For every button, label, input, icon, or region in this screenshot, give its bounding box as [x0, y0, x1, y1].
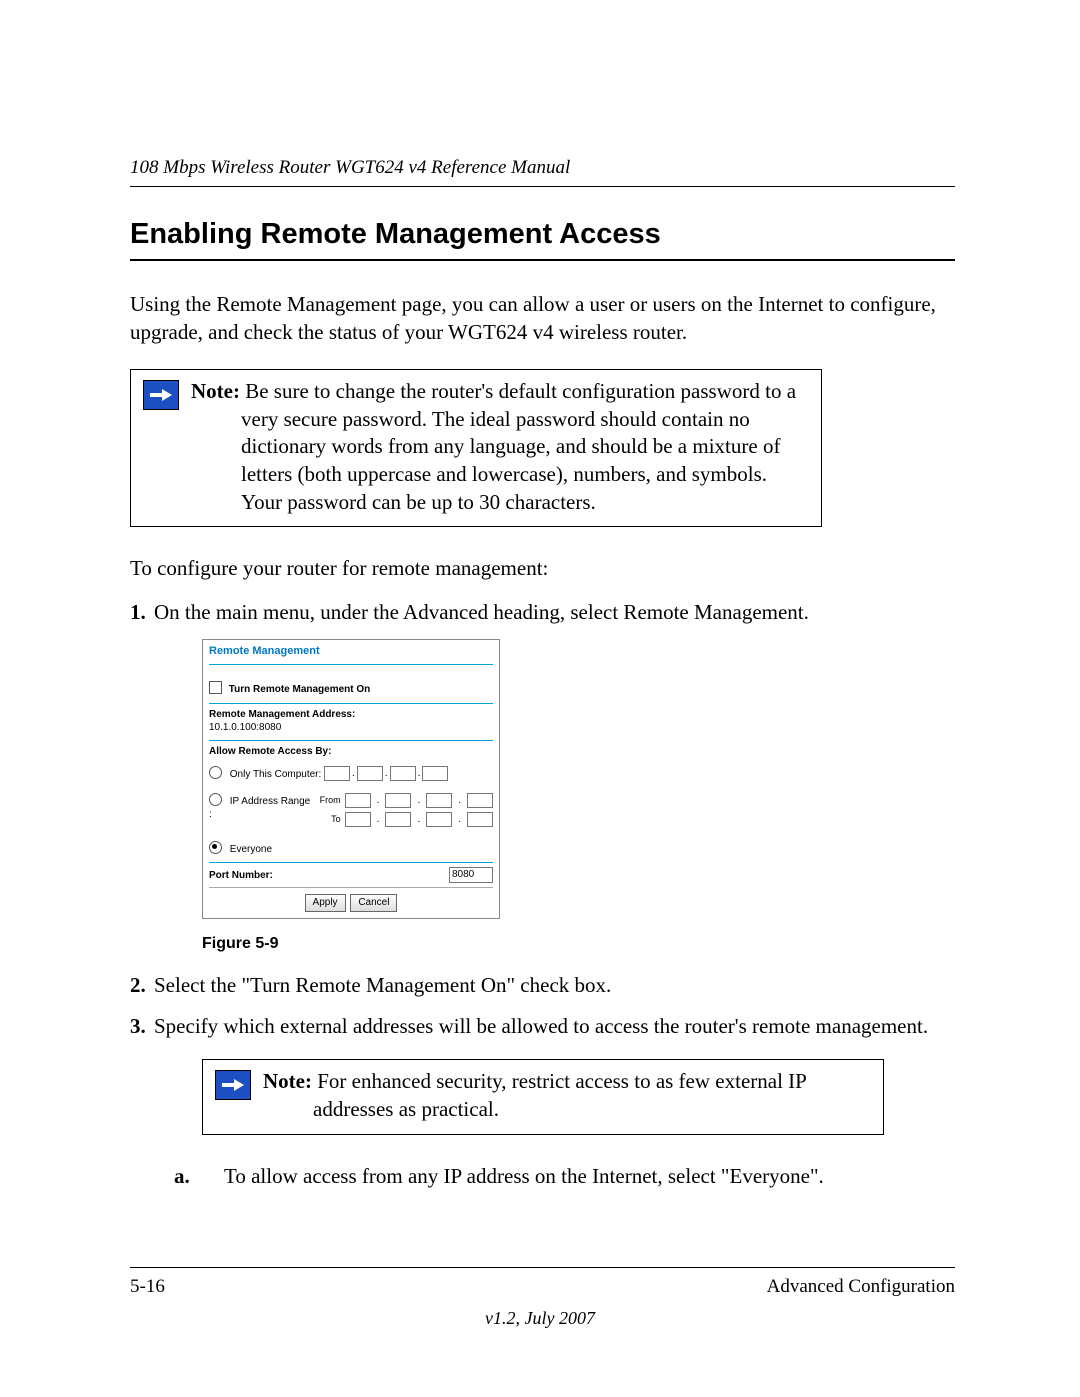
- arrow-right-icon: [215, 1070, 251, 1100]
- from-row: From ...: [311, 793, 493, 808]
- ip-octet-input[interactable]: [324, 766, 350, 781]
- only-this-computer-label: Only This Computer:: [230, 769, 322, 780]
- port-row: Port Number: 8080: [203, 863, 499, 885]
- version-line: v1.2, July 2007: [0, 1307, 1080, 1331]
- note-box: Note: Be sure to change the router's def…: [130, 369, 822, 528]
- substep-a: a.To allow access from any IP address on…: [202, 1163, 955, 1191]
- arrow-right-icon: [143, 380, 179, 410]
- step-number: 2.: [130, 972, 154, 1000]
- manual-page: 108 Mbps Wireless Router WGT624 v4 Refer…: [0, 0, 1080, 1397]
- step-text: Specify which external addresses will be…: [154, 1014, 928, 1038]
- ip-octet-input[interactable]: [345, 793, 371, 808]
- step-number: 1.: [130, 599, 154, 627]
- panel-title: Remote Management: [203, 642, 499, 663]
- port-input[interactable]: 8080: [449, 867, 493, 883]
- everyone-radio[interactable]: [209, 841, 222, 854]
- everyone-label: Everyone: [230, 844, 272, 855]
- chapter-name: Advanced Configuration: [767, 1274, 955, 1299]
- step-1: 1.On the main menu, under the Advanced h…: [130, 599, 955, 954]
- ip-range-row: IP Address Range : From ... To ...: [203, 781, 499, 827]
- only-this-computer-radio[interactable]: [209, 766, 222, 779]
- turn-on-checkbox[interactable]: [209, 681, 222, 694]
- note-label: Note:: [263, 1069, 312, 1093]
- apply-button[interactable]: Apply: [305, 894, 346, 911]
- port-label: Port Number:: [209, 869, 273, 882]
- ip-range-radio[interactable]: [209, 793, 222, 806]
- note-text: Note: For enhanced security, restrict ac…: [263, 1068, 873, 1123]
- address-label: Remote Management Address:: [203, 704, 499, 721]
- lead-in: To configure your router for remote mana…: [130, 555, 955, 583]
- ip-octet-input[interactable]: [422, 766, 448, 781]
- substep-letter: a.: [202, 1163, 224, 1191]
- allow-label: Allow Remote Access By:: [203, 741, 499, 762]
- ip-octet-input[interactable]: [426, 812, 452, 827]
- steps-list: 1.On the main menu, under the Advanced h…: [130, 599, 955, 1135]
- substep-text: To allow access from any IP address on t…: [224, 1164, 824, 1188]
- note-body: Be sure to change the router's default c…: [240, 379, 796, 514]
- page-number: 5-16: [130, 1274, 165, 1299]
- to-label: To: [311, 814, 341, 826]
- note-body: For enhanced security, restrict access t…: [312, 1069, 806, 1121]
- step-3: 3.Specify which external addresses will …: [130, 1013, 955, 1134]
- from-label: From: [311, 795, 341, 807]
- turn-on-row: Turn Remote Management On: [203, 665, 499, 700]
- figure: Remote Management Turn Remote Management…: [202, 639, 955, 919]
- intro-paragraph: Using the Remote Management page, you ca…: [130, 291, 955, 346]
- divider: [209, 887, 493, 888]
- step-text: On the main menu, under the Advanced hea…: [154, 600, 809, 624]
- ip-octet-input[interactable]: [390, 766, 416, 781]
- ip-octet-input[interactable]: [385, 812, 411, 827]
- to-row: To ...: [311, 812, 493, 827]
- ip-octet-input[interactable]: [357, 766, 383, 781]
- ip-octet-input[interactable]: [385, 793, 411, 808]
- title-rule: [130, 259, 955, 261]
- ip-range-label: IP Address Range :: [209, 796, 310, 820]
- note-box: Note: For enhanced security, restrict ac…: [202, 1059, 884, 1134]
- section-title: Enabling Remote Management Access: [130, 215, 955, 253]
- turn-on-label: Turn Remote Management On: [229, 684, 371, 695]
- note-text: Note: Be sure to change the router's def…: [191, 378, 811, 517]
- only-this-computer-row: Only This Computer: ...: [203, 762, 499, 781]
- page-footer: 5-16 Advanced Configuration: [130, 1267, 955, 1299]
- ip-octet-input[interactable]: [426, 793, 452, 808]
- button-row: Apply Cancel: [203, 894, 499, 911]
- ip-octet-input[interactable]: [467, 812, 493, 827]
- ip-input-group: ...: [324, 766, 448, 781]
- address-value: 10.1.0.100:8080: [203, 721, 499, 738]
- step-number: 3.: [130, 1013, 154, 1041]
- running-header: 108 Mbps Wireless Router WGT624 v4 Refer…: [130, 155, 955, 186]
- step-2: 2.Select the "Turn Remote Management On"…: [130, 972, 955, 1000]
- header-rule: [130, 186, 955, 187]
- figure-caption: Figure 5-9: [202, 933, 955, 954]
- remote-management-panel: Remote Management Turn Remote Management…: [202, 639, 500, 919]
- note-label: Note:: [191, 379, 240, 403]
- ip-octet-input[interactable]: [467, 793, 493, 808]
- everyone-row: Everyone: [203, 827, 499, 860]
- cancel-button[interactable]: Cancel: [350, 894, 397, 911]
- ip-octet-input[interactable]: [345, 812, 371, 827]
- step-text: Select the "Turn Remote Management On" c…: [154, 973, 611, 997]
